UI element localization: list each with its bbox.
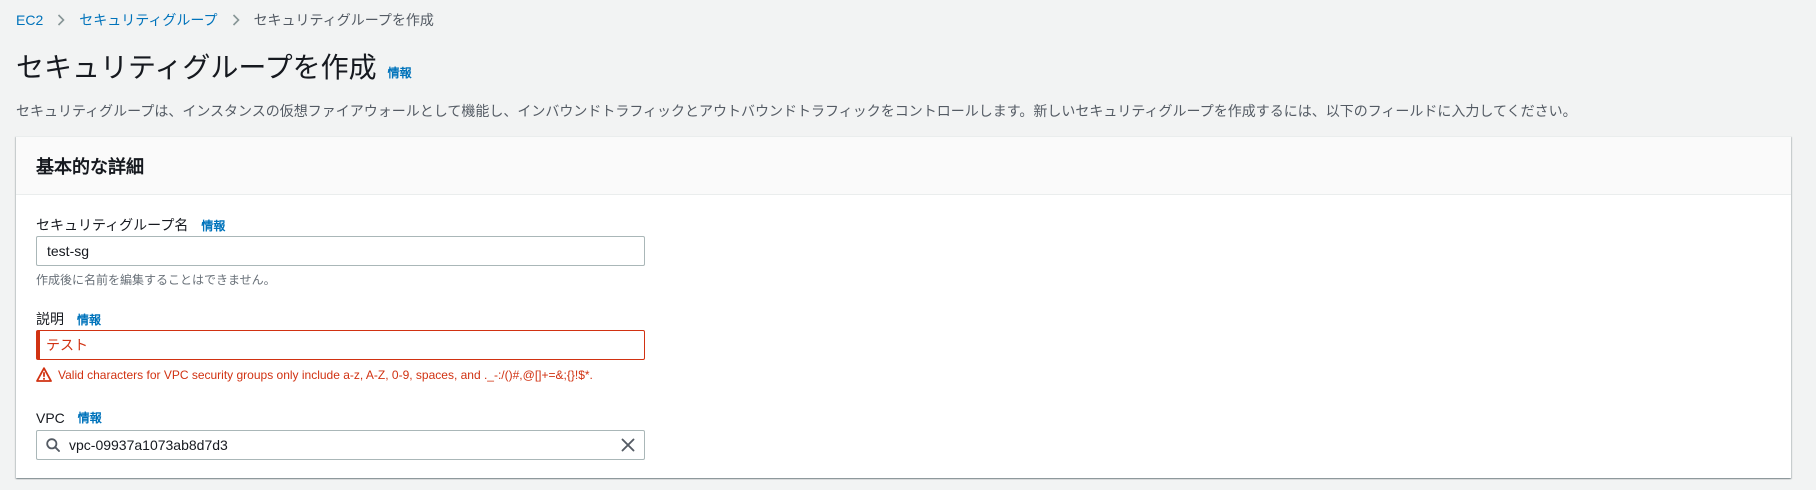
page-info-link[interactable]: 情報: [388, 64, 412, 81]
description-error: Valid characters for VPC security groups…: [36, 367, 593, 382]
chevron-right-icon: [57, 14, 65, 26]
vpc-info-link[interactable]: 情報: [78, 409, 102, 426]
name-field-label-row: セキュリティグループ名 情報: [36, 215, 225, 235]
vpc-value: vpc-09937a1073ab8d7d3: [69, 437, 228, 453]
close-icon[interactable]: [620, 437, 636, 453]
panel-title: 基本的な詳細: [36, 156, 144, 177]
basic-details-panel: 基本的な詳細 セキュリティグループ名 情報 test-sg 作成後に名前を編集す…: [16, 136, 1791, 478]
breadcrumb: EC2 セキュリティグループ セキュリティグループを作成: [16, 10, 434, 30]
vpc-field-label-row: VPC 情報: [36, 409, 102, 426]
page-header: セキュリティグループを作成 情報: [16, 50, 412, 86]
breadcrumb-security-groups[interactable]: セキュリティグループ: [79, 10, 217, 30]
vpc-field-label: VPC: [36, 409, 65, 426]
breadcrumb-ec2[interactable]: EC2: [16, 12, 43, 28]
name-field-label: セキュリティグループ名: [36, 217, 189, 233]
name-info-link[interactable]: 情報: [201, 217, 225, 234]
description-value: テスト: [46, 337, 88, 353]
page-title: セキュリティグループを作成: [16, 52, 377, 83]
description-info-link[interactable]: 情報: [77, 311, 101, 328]
description-field-label: 説明: [36, 311, 64, 327]
page-description: セキュリティグループは、インスタンスの仮想ファイアウォールとして機能し、インバウ…: [16, 103, 1577, 119]
name-constraint-text: 作成後に名前を編集することはできません。: [36, 273, 276, 287]
breadcrumb-current: セキュリティグループを作成: [253, 12, 434, 28]
chevron-right-icon: [232, 14, 240, 26]
panel-header: 基本的な詳細: [16, 137, 1791, 195]
description-field-label-row: 説明 情報: [36, 309, 101, 329]
vpc-search-input[interactable]: vpc-09937a1073ab8d7d3: [36, 430, 645, 460]
description-error-text: Valid characters for VPC security groups…: [58, 367, 593, 382]
security-group-name-input[interactable]: test-sg: [36, 236, 645, 266]
warning-icon: [36, 367, 52, 382]
security-group-name-value: test-sg: [47, 243, 90, 259]
search-icon: [46, 438, 60, 452]
description-input[interactable]: テスト: [36, 330, 645, 360]
